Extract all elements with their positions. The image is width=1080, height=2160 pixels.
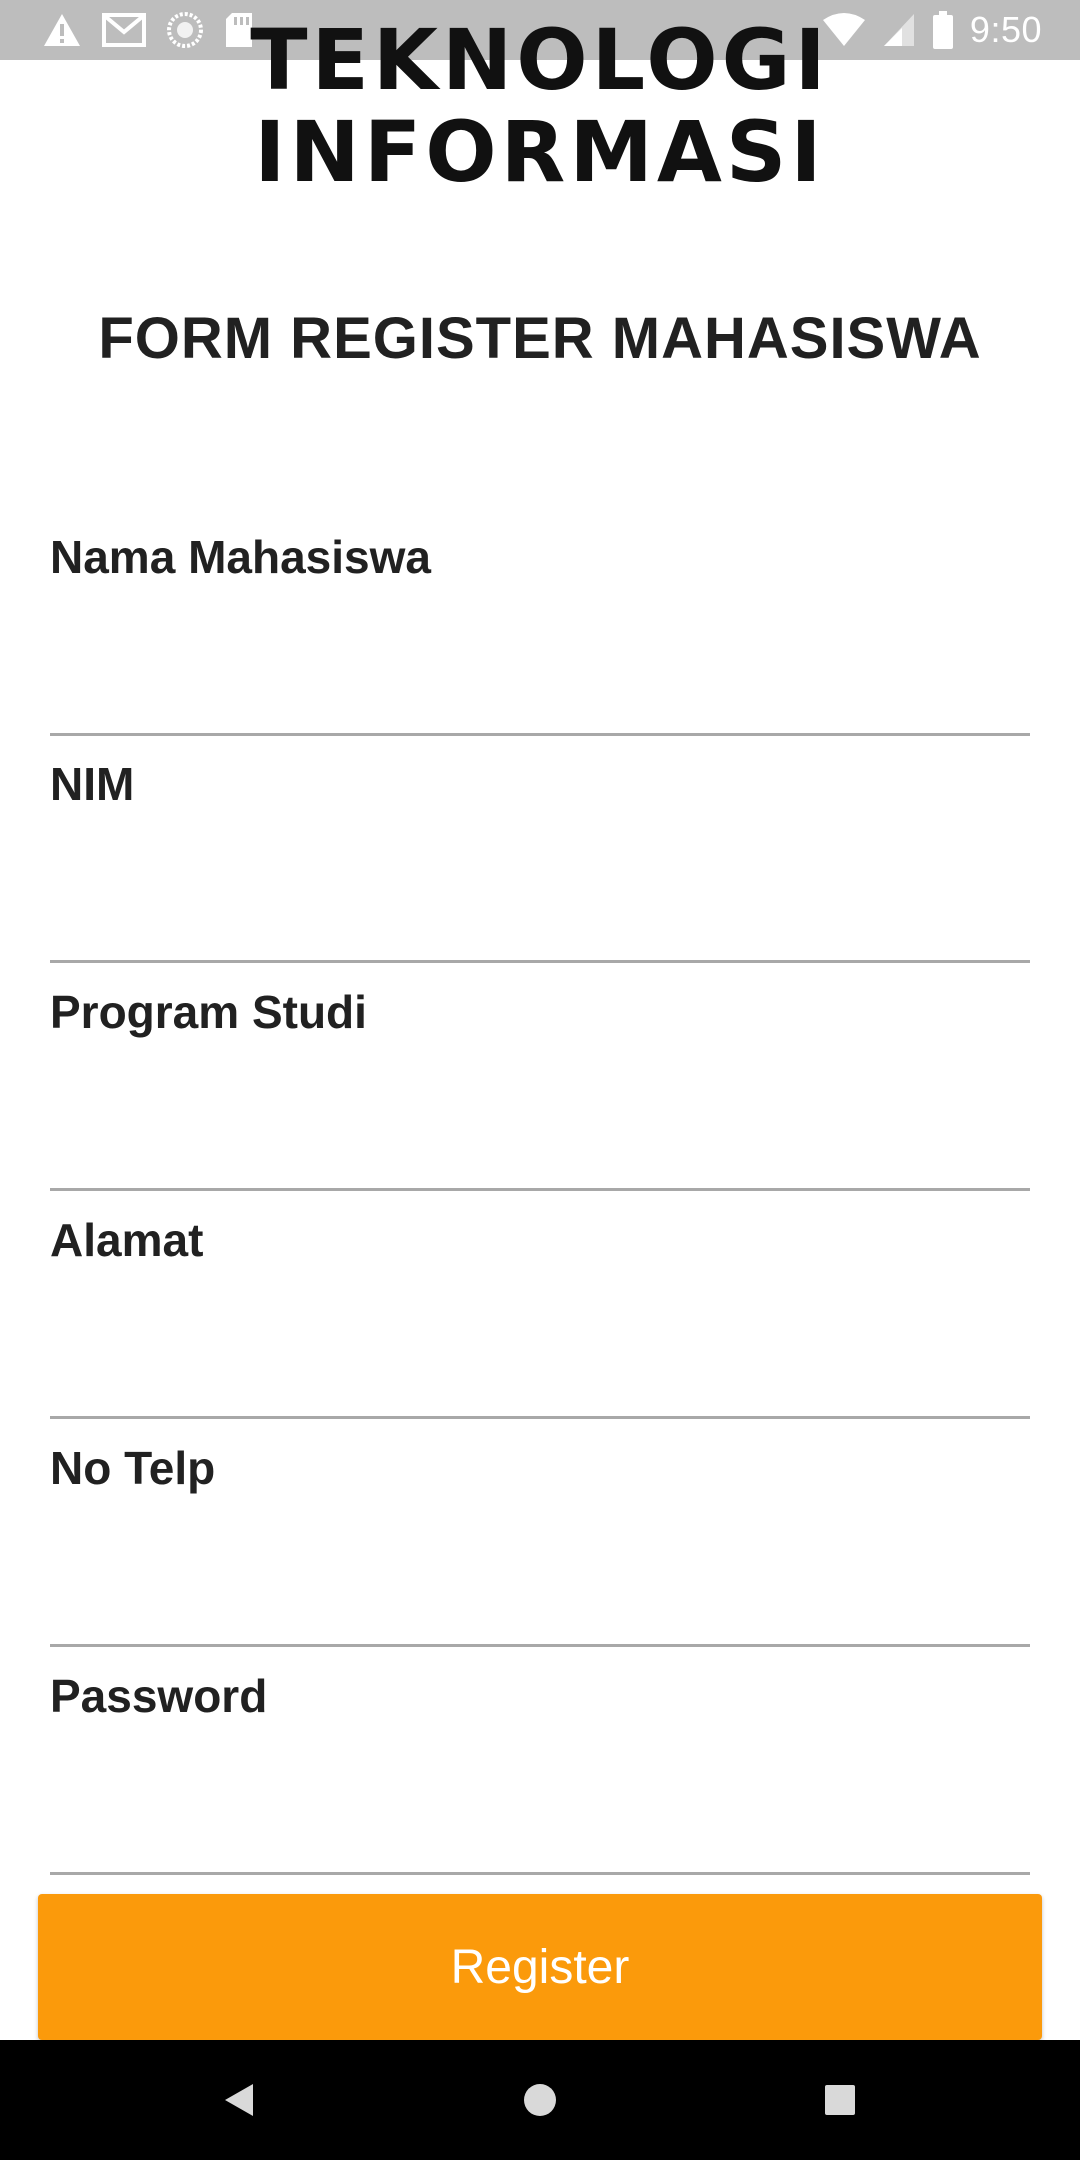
nama-mahasiswa-input[interactable] <box>50 600 1030 736</box>
field-label-program-studi: Program Studi <box>50 986 367 1038</box>
no-telp-input[interactable] <box>50 1511 1030 1647</box>
back-icon <box>225 2084 253 2116</box>
page-title: FORM REGISTER MAHASISWA <box>98 306 982 371</box>
password-input[interactable] <box>50 1739 1030 1875</box>
navigation-bar <box>0 2040 1080 2160</box>
field-alamat: Alamat <box>50 1213 1030 1423</box>
register-button[interactable]: Register <box>38 1894 1042 2040</box>
field-nim: NIM <box>50 757 1030 967</box>
home-icon <box>524 2084 556 2116</box>
program-studi-input[interactable] <box>50 1055 1030 1191</box>
field-label-password: Password <box>50 1670 268 1722</box>
logo: TEKNOLOGI INFORMASI <box>0 14 1080 198</box>
nim-input[interactable] <box>50 827 1030 963</box>
field-no-telp: No Telp <box>50 1441 1030 1651</box>
alamat-input[interactable] <box>50 1283 1030 1419</box>
field-password: Password <box>50 1669 1030 1879</box>
field-label-no-telp: No Telp <box>50 1442 216 1494</box>
recents-icon <box>825 2085 855 2115</box>
field-label-nim: NIM <box>50 758 135 810</box>
logo-line-2: INFORMASI <box>254 103 826 201</box>
field-nama-mahasiswa: Nama Mahasiswa <box>50 530 1030 740</box>
field-label-nama-mahasiswa: Nama Mahasiswa <box>50 531 431 583</box>
register-screen: 9:50 TEKNOLOGI INFORMASI FORM REGISTER M… <box>0 0 1080 2160</box>
logo-line-1: TEKNOLOGI <box>250 11 830 109</box>
back-button[interactable] <box>210 2070 270 2130</box>
recents-button[interactable] <box>810 2070 870 2130</box>
field-label-alamat: Alamat <box>50 1214 204 1266</box>
field-program-studi: Program Studi <box>50 985 1030 1195</box>
home-button[interactable] <box>510 2070 570 2130</box>
